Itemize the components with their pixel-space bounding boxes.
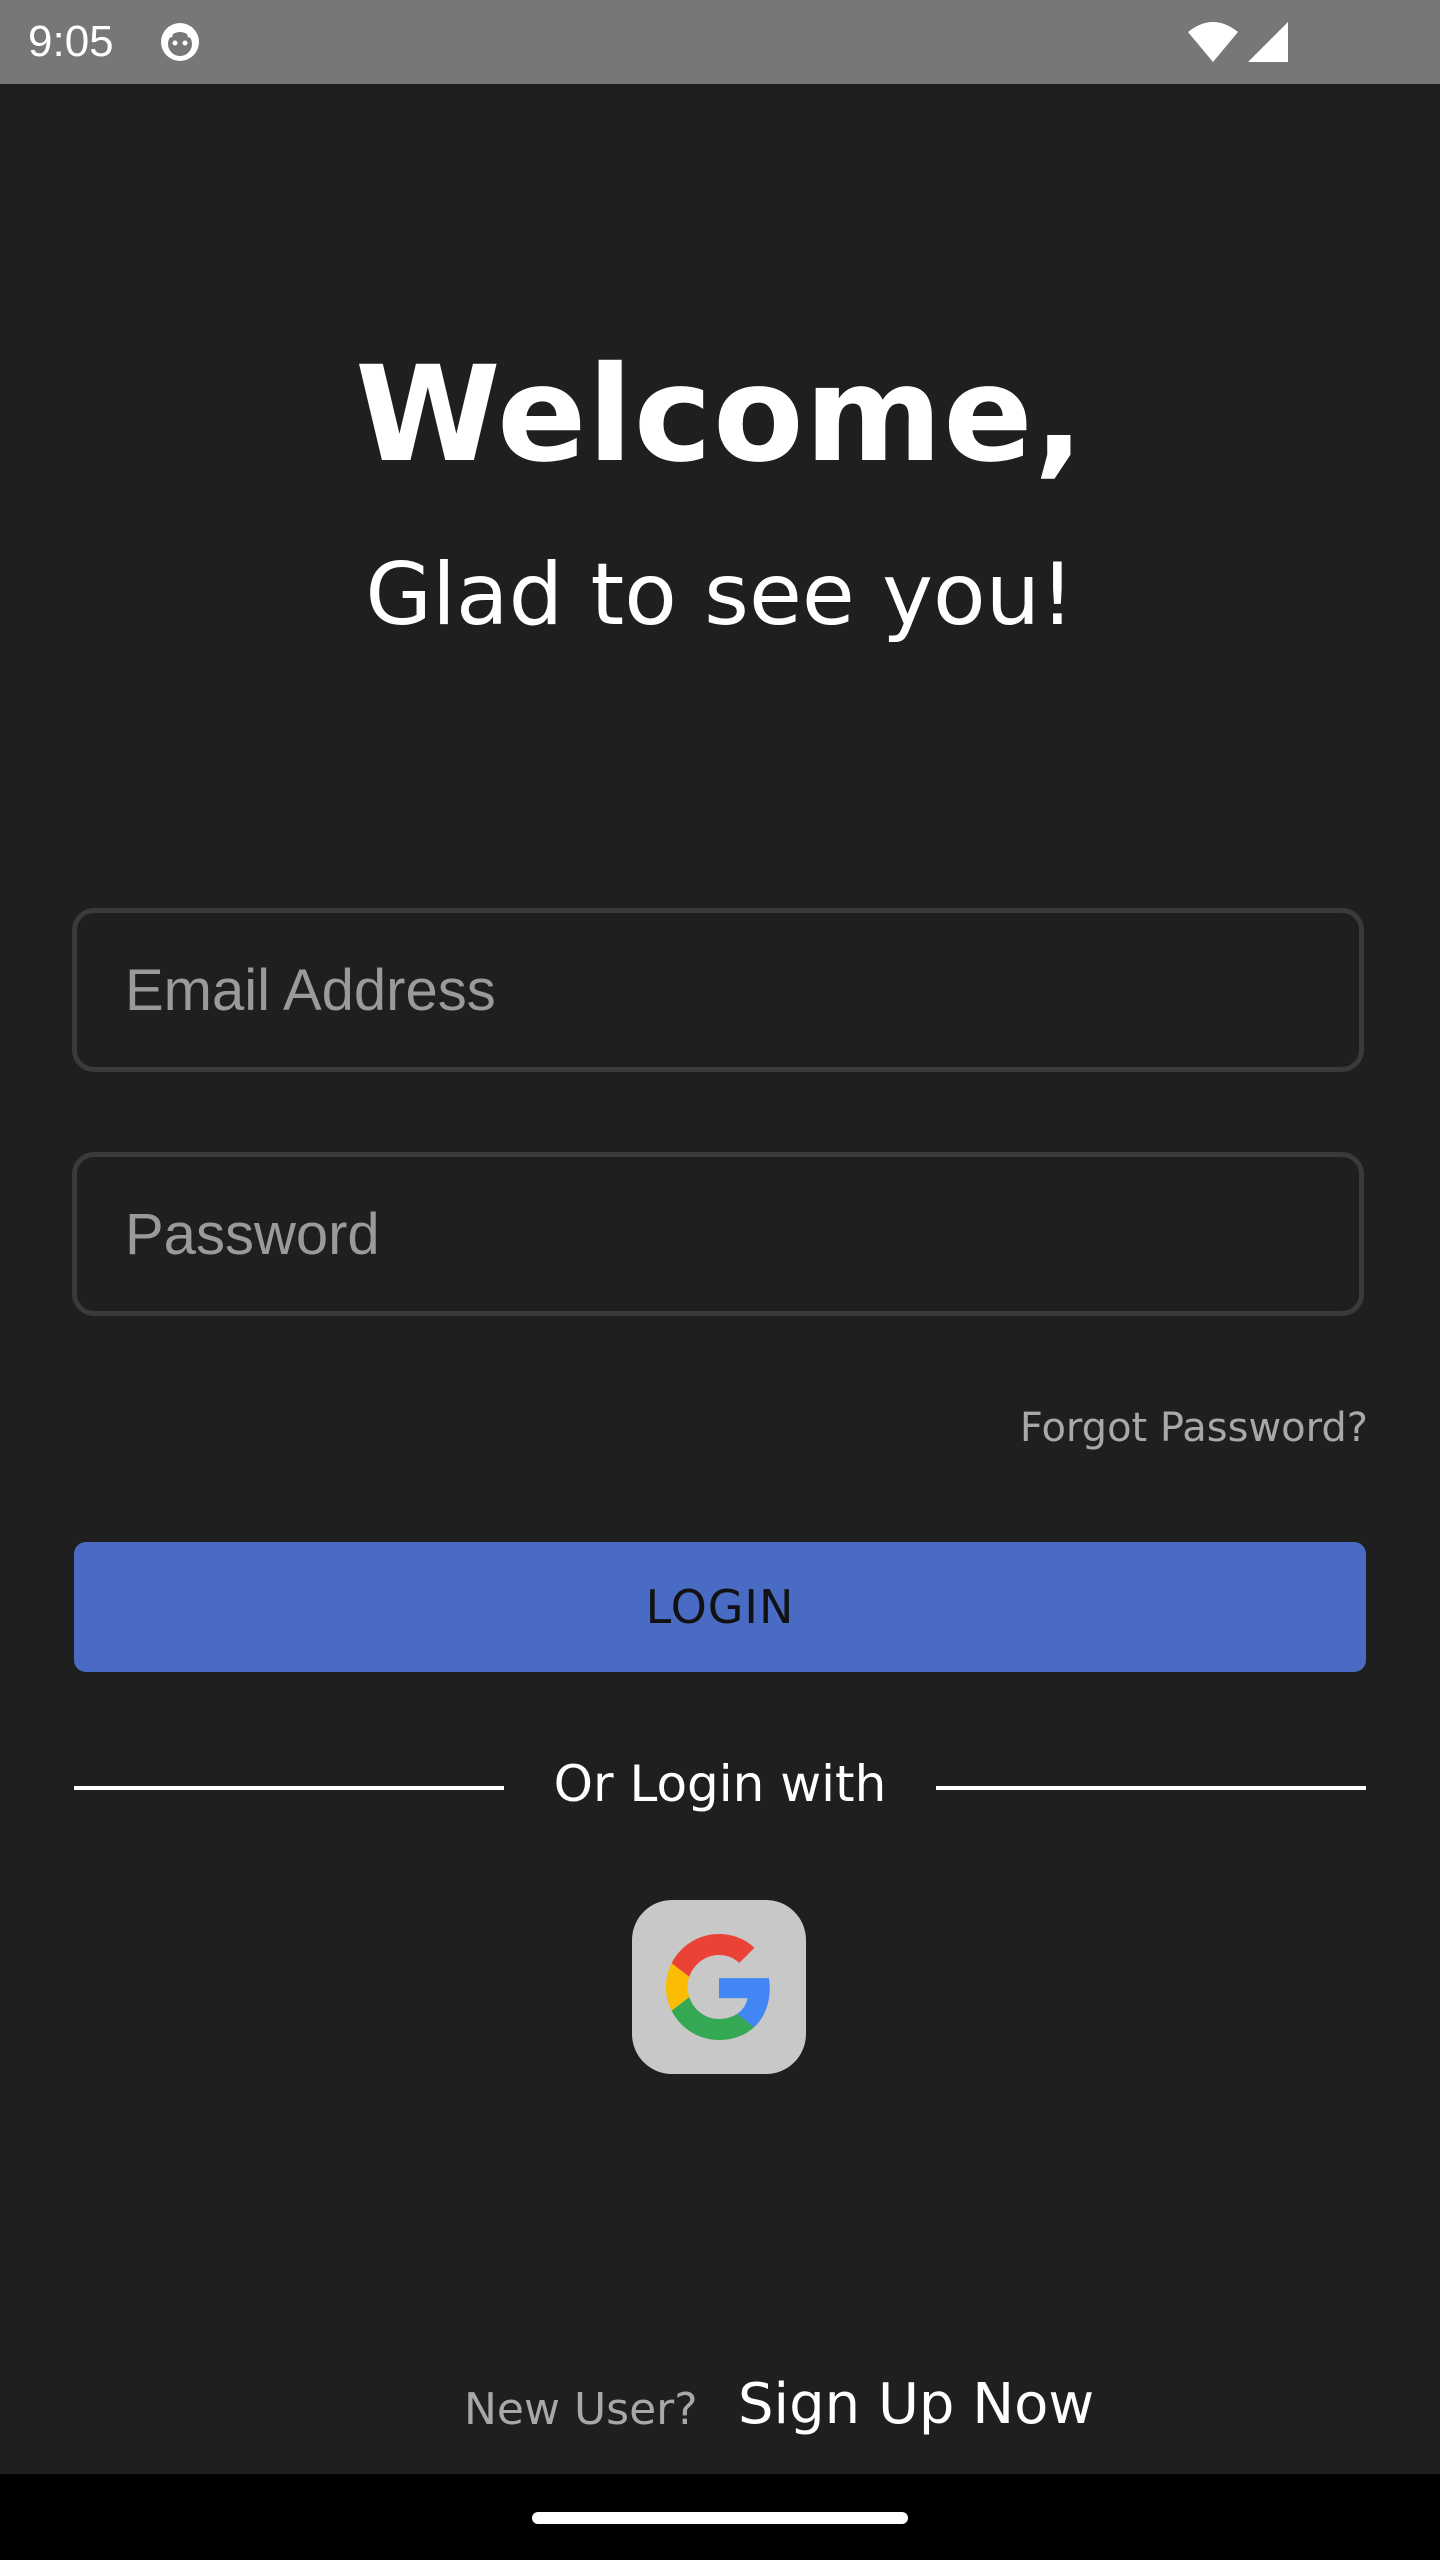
email-input[interactable]: [125, 913, 1305, 1067]
forgot-password-link[interactable]: Forgot Password?: [1020, 1400, 1368, 1456]
wifi-icon: [1188, 22, 1238, 62]
new-user-label: New User?: [464, 2384, 698, 2435]
status-time: 9:05: [28, 17, 114, 66]
page-title: Welcome,: [355, 338, 1085, 492]
sign-up-link[interactable]: Sign Up Now: [738, 2370, 1094, 2440]
google-icon: [666, 1934, 770, 2040]
login-button[interactable]: LOGIN: [74, 1542, 1366, 1672]
divider-line-left: [74, 1786, 504, 1790]
navigation-bar: [0, 2474, 1440, 2560]
password-input[interactable]: [125, 1157, 1305, 1311]
signup-prompt: New User? Sign Up Now: [0, 2370, 1440, 2440]
divider-label: Or Login with: [553, 1755, 887, 1813]
login-screen: 9:05 Welcome, Glad to see you! Forgot Pa…: [0, 0, 1440, 2560]
password-field[interactable]: [72, 1152, 1364, 1316]
divider-line-right: [936, 1786, 1366, 1790]
google-login-button[interactable]: [632, 1900, 806, 2074]
page-subtitle: Glad to see you!: [365, 545, 1075, 645]
status-bar: 9:05: [0, 0, 1440, 84]
email-field[interactable]: [72, 908, 1364, 1072]
app-notification-icon: [161, 23, 199, 61]
cell-signal-icon: [1248, 22, 1288, 62]
home-gesture-handle[interactable]: [532, 2512, 908, 2524]
